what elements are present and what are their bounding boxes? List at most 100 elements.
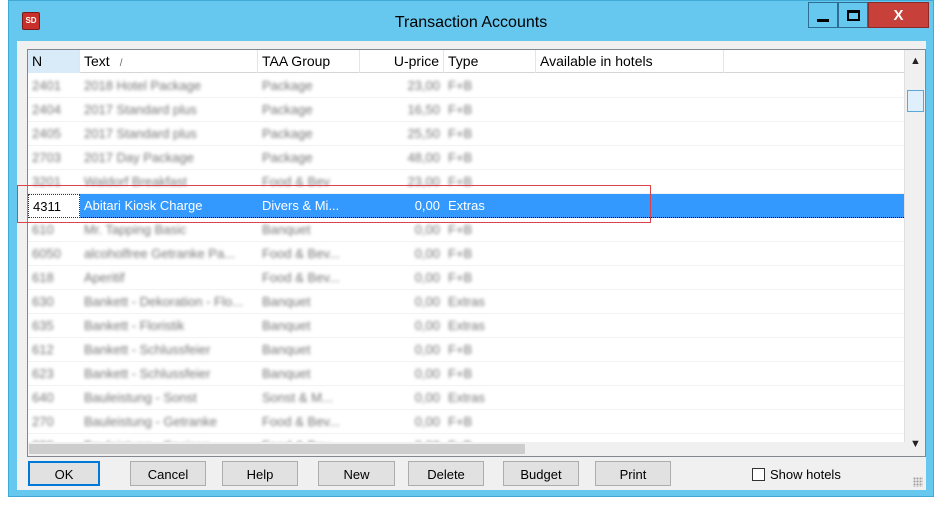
show-hotels-label: Show hotels [770,466,841,482]
row-id: 630 [32,294,54,309]
row-id: 270 [32,414,54,429]
row-u-price: 16,50 [407,102,440,117]
row-text: Aperitif [84,270,125,285]
row-available-in-hotels [536,290,724,314]
row-text: Abitari Kiosk Charge [84,198,203,213]
column-header-text[interactable]: Text / [80,50,258,73]
column-header-taa-group[interactable]: TAA Group [258,50,360,73]
column-header-label: N [32,53,43,69]
help-button[interactable]: Help [222,461,298,486]
cancel-button[interactable]: Cancel [130,461,206,486]
column-header-label: TAA Group [262,53,331,69]
accounts-grid[interactable]: N Text / TAA Group U-price Type Available… [27,49,926,457]
delete-button[interactable]: Delete [408,461,484,486]
row-available-in-hotels [536,314,724,338]
row-available-in-hotels [536,98,724,122]
row-text: 2017 Day Package [84,150,194,165]
row-text: 2018 Hotel Package [84,78,202,93]
scroll-down-icon[interactable]: ▼ [905,434,925,455]
row-available-in-hotels [536,218,724,242]
row-u-price: 0,00 [414,414,440,429]
table-row[interactable]: 630 Bankett - Dekoration - Flo... Banquet 0… [28,290,904,314]
title-bar[interactable]: SD Transaction Accounts X [9,1,933,41]
table-row[interactable]: 610 Mr. Tapping Basic Banquet 0,00 F+B [28,218,904,242]
table-row[interactable]: 2405 2017 Standard plus Package 25,50 F+B [28,122,904,146]
row-taa-group: Sonst & M... [262,390,333,405]
new-button[interactable]: New [318,461,395,486]
row-type: F+B [448,78,473,93]
budget-button[interactable]: Budget [503,461,579,486]
row-taa-group: Banquet [262,342,311,357]
row-id: 2703 [32,150,61,165]
column-header-n[interactable]: N [28,50,80,73]
row-available-in-hotels [536,122,724,146]
row-available-in-hotels [536,362,724,386]
row-taa-group: Food & Bev... [262,270,340,285]
row-available-in-hotels [536,338,724,362]
row-available-in-hotels [536,242,724,266]
horizontal-scrollbar[interactable] [28,442,906,456]
row-taa-group: Banquet [262,318,311,333]
column-header-label: Type [448,53,479,69]
row-taa-group: Food & Bev... [262,414,340,429]
column-header-u-price[interactable]: U-price [360,50,444,73]
vertical-scrollbar[interactable]: ▲ ▼ [904,50,925,456]
row-u-price: 0,00 [414,318,440,333]
column-header-available-in-hotels[interactable]: Available in hotels [536,50,724,73]
row-u-price: 0,00 [414,222,440,237]
table-row[interactable]: 270 Bauleistung - Getranke Food & Bev... 0,… [28,410,904,434]
row-id: 623 [32,366,54,381]
table-row[interactable]: 2703 2017 Day Package Package 48,00 F+B [28,146,904,170]
row-id: 640 [32,390,54,405]
scroll-thumb[interactable] [907,90,924,112]
column-header-label: Text [84,53,110,69]
row-type: F+B [448,366,473,381]
row-u-price: 0,00 [414,198,440,213]
minimize-button[interactable] [808,2,838,28]
show-hotels-checkbox[interactable]: Show hotels [752,466,841,482]
row-available-in-hotels [536,386,724,410]
print-button[interactable]: Print [595,461,671,486]
row-available-in-hotels [536,266,724,290]
table-row-selected[interactable]: 4311 Abitari Kiosk Charge Divers & Mi... 0,… [28,194,904,218]
checkbox-box[interactable] [752,467,765,481]
row-text: 2017 Standard plus [84,126,197,141]
table-row[interactable]: 612 Bankett - Schlussfeier Banquet 0,00 F+B [28,338,904,362]
row-taa-group: Package [262,150,313,165]
row-id: 2405 [32,126,61,141]
minimize-icon [817,18,829,22]
row-u-price: 0,00 [414,342,440,357]
table-row[interactable]: 618 Aperitif Food & Bev... 0,00 F+B [28,266,904,290]
row-id: 4311 [28,194,80,218]
row-type: F+B [448,246,473,261]
close-button[interactable]: X [868,2,929,28]
maximize-button[interactable] [838,2,868,28]
row-id: 618 [32,270,54,285]
table-row[interactable]: 2401 2018 Hotel Package Package 23,00 F+B [28,74,904,98]
row-available-in-hotels [536,194,724,218]
row-u-price: 0,00 [414,246,440,261]
row-taa-group: Food & Bev [262,174,330,189]
column-header-type[interactable]: Type [444,50,536,73]
table-row[interactable]: 635 Bankett - Floristik Banquet 0,00 Extras [28,314,904,338]
table-row[interactable]: 640 Bauleistung - Sonst Sonst & M... 0,00 Ex… [28,386,904,410]
row-text: Bankett - Schlussfeier [84,342,211,357]
ok-button[interactable]: OK [28,461,100,486]
row-text: Bankett - Dekoration - Flo... [84,294,243,309]
table-row[interactable]: 2404 2017 Standard plus Package 16,50 F+B [28,98,904,122]
table-row[interactable]: 623 Bankett - Schlussfeier Banquet 0,00 F+B [28,362,904,386]
table-row[interactable]: 3201 Waldorf Breakfast Food & Bev 23,00 F+B [28,170,904,194]
table-row[interactable]: 6050 alcoholfree Getranke Pa... Food & Bev… [28,242,904,266]
column-header-label: U-price [393,53,439,69]
horizontal-scroll-thumb[interactable] [29,444,525,454]
row-text: 2017 Standard plus [84,102,197,117]
row-taa-group: Food & Bev... [262,246,340,261]
scroll-up-icon[interactable]: ▲ [905,51,925,72]
transaction-accounts-window: SD Transaction Accounts X N Text / TAA Gr… [8,0,934,497]
row-taa-group: Banquet [262,294,311,309]
row-id: 635 [32,318,54,333]
row-taa-group: Package [262,78,313,93]
row-type: F+B [448,102,473,117]
row-text: Bankett - Schlussfeier [84,366,211,381]
resize-grip-icon[interactable] [913,477,923,487]
